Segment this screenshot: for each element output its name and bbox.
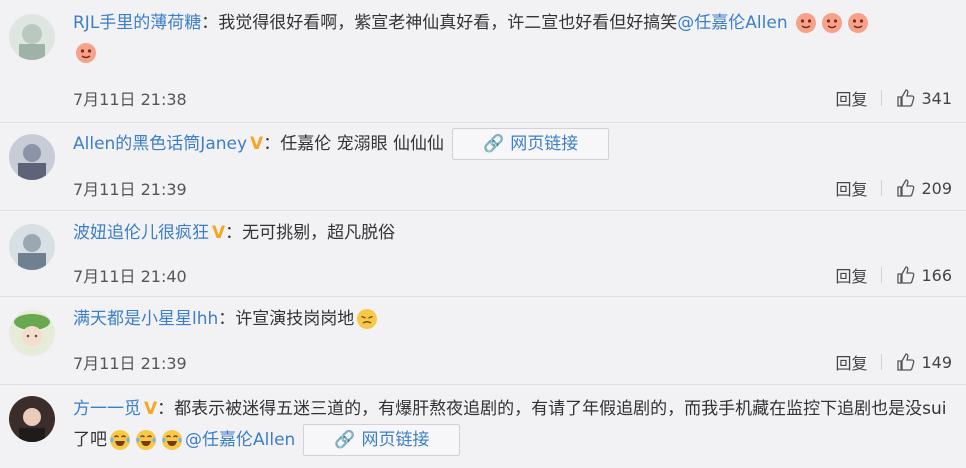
- comment-body: 波妞追伦儿很疯狂 V：无可挑剔，超凡脱俗: [73, 218, 952, 248]
- username-link[interactable]: Allen的黑色话筒Janey: [73, 134, 247, 154]
- comment-body: 方一一觅 V：都表示被迷得五迷三道的，有爆肝熬夜追剧的，有请了年假追剧的，而我手机…: [73, 394, 952, 456]
- username-link[interactable]: 方一一觅: [73, 399, 141, 419]
- like-count: 209: [921, 178, 952, 198]
- comment-item: 波妞追伦儿很疯狂 V：无可挑剔，超凡脱俗 7月11日 21:40 回复 166: [0, 210, 966, 297]
- timestamp: 7月11日 21:40: [73, 267, 187, 286]
- web-link-button[interactable]: 🔗 网页链接: [303, 424, 461, 456]
- comment-body: 满天都是小星星lhh：许宣演技岗岗地: [73, 304, 952, 334]
- divider: [881, 354, 883, 370]
- comment-actions: 回复 341: [835, 86, 952, 110]
- web-link-label: 网页链接: [510, 134, 579, 154]
- username-link[interactable]: 满天都是小星星lhh: [73, 309, 218, 329]
- emoji-icon: [73, 43, 99, 63]
- like-button[interactable]: 166: [896, 265, 952, 285]
- like-button[interactable]: 341: [896, 88, 952, 108]
- emoji-icon: [793, 13, 819, 33]
- avatar[interactable]: [9, 14, 55, 60]
- comment-actions: 回复 149: [835, 350, 952, 374]
- laughing-emoji-icon: [107, 430, 133, 450]
- like-button[interactable]: 209: [896, 178, 952, 198]
- verified-badge-icon: V: [212, 223, 226, 243]
- web-link-button[interactable]: 🔗 网页链接: [452, 128, 610, 160]
- comment-footer: 7月11日 21:40 回复 166: [73, 263, 952, 287]
- comment-actions: 回复 209: [835, 176, 952, 200]
- comment-text: ：我觉得很好看啊，紫宣老神仙真好看，许二宣也好看但好搞笑: [201, 13, 678, 33]
- username-link[interactable]: RJL手里的薄荷糖: [73, 13, 201, 33]
- comment-text: ：许宣演技岗岗地: [218, 309, 355, 329]
- username-link[interactable]: 波妞追伦儿很疯狂: [73, 223, 209, 243]
- reply-button[interactable]: 回复: [835, 263, 867, 287]
- divider: [881, 180, 883, 196]
- comment-footer: 7月11日 21:39 回复 149: [73, 350, 952, 374]
- avatar[interactable]: [9, 310, 55, 356]
- reply-button[interactable]: 回复: [835, 350, 867, 374]
- like-count: 149: [921, 352, 952, 372]
- mention-link[interactable]: @任嘉伦Allen: [185, 430, 295, 450]
- comment-body: Allen的黑色话筒Janey V：任嘉伦 宠溺眼 仙仙仙 🔗 网页链接: [73, 128, 952, 160]
- verified-badge-icon: V: [250, 134, 264, 154]
- emoji-icon: [819, 13, 845, 33]
- thumbs-up-icon: [897, 266, 915, 284]
- comment-actions: 回复 166: [835, 263, 952, 287]
- link-icon: 🔗: [334, 430, 356, 450]
- divider: [881, 90, 883, 106]
- avatar[interactable]: [9, 134, 55, 180]
- like-count: 166: [921, 265, 952, 285]
- comment-footer: 7月11日 21:38 回复 341: [73, 86, 952, 110]
- like-count: 341: [921, 88, 952, 108]
- like-button[interactable]: 149: [896, 352, 952, 372]
- thumbs-up-icon: [897, 353, 915, 371]
- timestamp: 7月11日 21:39: [73, 354, 187, 373]
- verified-badge-icon: V: [144, 399, 158, 419]
- avatar[interactable]: [9, 396, 55, 442]
- laughing-emoji-icon: [159, 430, 185, 450]
- comment-item: 满天都是小星星lhh：许宣演技岗岗地 7月11日 21:39 回复 149: [0, 296, 966, 385]
- emoji-icon: [845, 13, 871, 33]
- thumbs-up-icon: [897, 179, 915, 197]
- comment-footer: 7月11日 21:39 回复 209: [73, 176, 952, 200]
- comment-item: Allen的黑色话筒Janey V：任嘉伦 宠溺眼 仙仙仙 🔗 网页链接 7月11日 …: [0, 122, 966, 211]
- reply-button[interactable]: 回复: [835, 176, 867, 200]
- comment-text: ：任嘉伦 宠溺眼 仙仙仙: [263, 134, 445, 154]
- comment-item: 方一一觅 V：都表示被迷得五迷三道的，有爆肝熬夜追剧的，有请了年假追剧的，而我手机…: [0, 384, 966, 468]
- divider: [881, 267, 883, 283]
- thumbs-up-icon: [897, 89, 915, 107]
- web-link-label: 网页链接: [361, 430, 430, 450]
- avatar[interactable]: [9, 224, 55, 270]
- comment-text: ：无可挑剔，超凡脱俗: [225, 223, 396, 243]
- comment-item: RJL手里的薄荷糖：我觉得很好看啊，紫宣老神仙真好看，许二宣也好看但好搞笑@任嘉…: [0, 0, 966, 123]
- reply-button[interactable]: 回复: [835, 86, 867, 110]
- laughing-emoji-icon: [133, 430, 159, 450]
- link-icon: 🔗: [483, 134, 505, 154]
- emoji-icon: [354, 309, 380, 329]
- timestamp: 7月11日 21:38: [73, 90, 187, 109]
- comment-body: RJL手里的薄荷糖：我觉得很好看啊，紫宣老神仙真好看，许二宣也好看但好搞笑@任嘉…: [73, 8, 952, 68]
- timestamp: 7月11日 21:39: [73, 180, 187, 199]
- mention-link[interactable]: @任嘉伦Allen: [677, 13, 787, 33]
- comment-list: RJL手里的薄荷糖：我觉得很好看啊，紫宣老神仙真好看，许二宣也好看但好搞笑@任嘉…: [0, 0, 966, 468]
